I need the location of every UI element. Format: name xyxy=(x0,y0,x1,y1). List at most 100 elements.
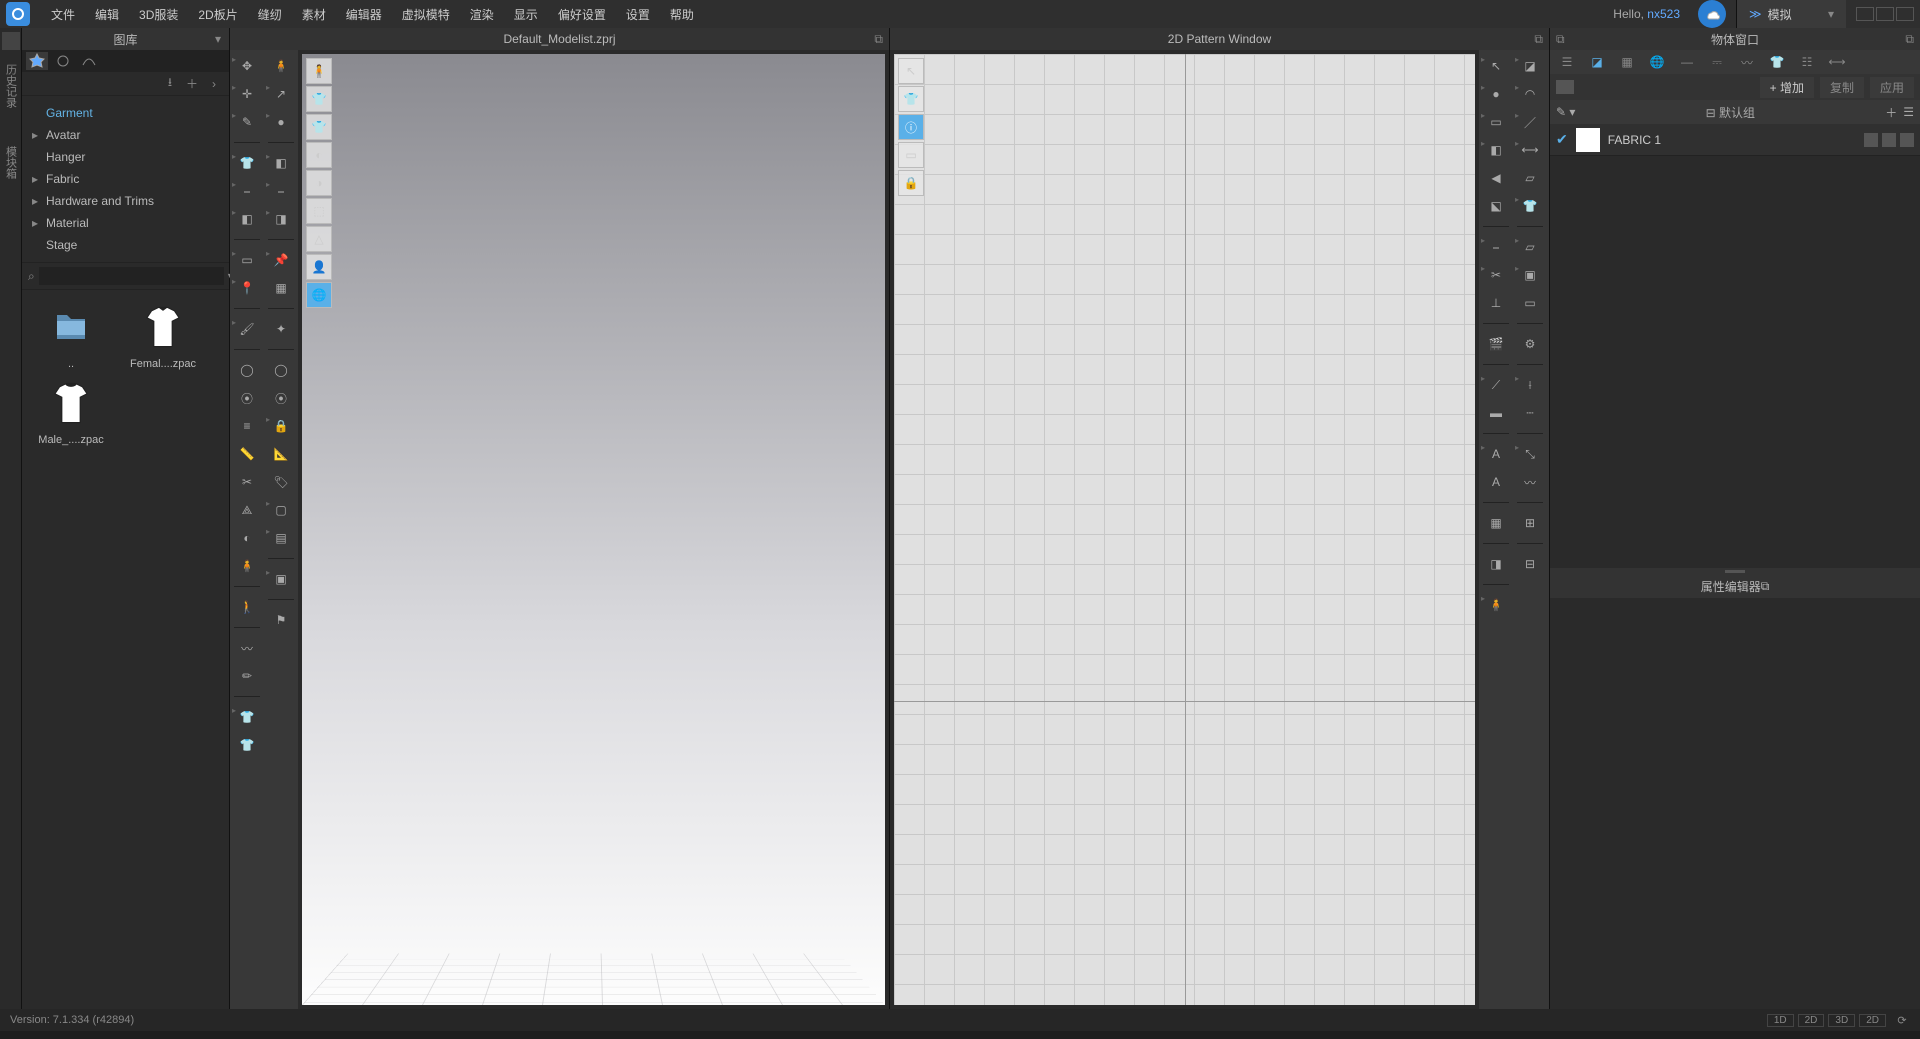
menu-3dgarment[interactable]: 3D服装 xyxy=(130,2,187,27)
tool-3d-walk-icon[interactable]: 🚶 xyxy=(234,595,260,619)
tool-3d-sew-icon[interactable]: ▸⎯ xyxy=(234,179,260,203)
window-minimize-button[interactable] xyxy=(1856,7,1874,21)
tool-3d-sewmachine-icon[interactable]: ▸◧ xyxy=(234,207,260,231)
tool2d-rect-icon[interactable]: ▸▭ xyxy=(1483,110,1509,134)
tool-3d-arrange-icon[interactable]: ▸◧ xyxy=(268,151,294,175)
tool-3d-run-icon[interactable]: 🧍 xyxy=(268,54,294,78)
tool-3d-texture-icon[interactable]: ▦ xyxy=(268,276,294,300)
tool2d-fold-icon[interactable]: ▱ xyxy=(1517,166,1543,190)
tool2d-figure-icon[interactable]: ▸🧍 xyxy=(1483,593,1509,617)
tool-3d-flag-icon[interactable]: ⚑ xyxy=(268,608,294,632)
tool-3d-tack-icon[interactable]: ▸📌 xyxy=(268,248,294,272)
library-search-input[interactable] xyxy=(39,267,224,285)
fabric-ic2-icon[interactable] xyxy=(1882,133,1896,147)
strip-popout-icon[interactable] xyxy=(2,32,20,50)
library-forward-icon[interactable]: › xyxy=(207,77,221,91)
tool-3d-point-icon[interactable]: ▸● xyxy=(268,110,294,134)
overlay2d-lock-icon[interactable]: 🔒 xyxy=(898,170,924,196)
objects-popout-left-icon[interactable]: ⧉ xyxy=(1556,32,1565,47)
obj-tab-stack-icon[interactable]: ☷ xyxy=(1796,53,1818,71)
menu-display[interactable]: 显示 xyxy=(505,2,547,27)
tool-3d-zipper-icon[interactable]: ≡ xyxy=(234,414,260,438)
group-pen-icon[interactable]: ✎ ▾ xyxy=(1556,105,1575,119)
tree-material[interactable]: ▸Material xyxy=(32,212,219,234)
tool-3d-brush-icon[interactable]: ▸🖌 xyxy=(234,317,260,341)
overlay-globe-icon[interactable]: 🌐 xyxy=(306,282,332,308)
props-popout-icon[interactable]: ⧉ xyxy=(1761,579,1770,594)
fabric-ic3-icon[interactable] xyxy=(1900,133,1914,147)
overlay-mesh-icon[interactable]: ⬚ xyxy=(306,198,332,224)
tool2d-iron-icon[interactable]: ⬕ xyxy=(1483,194,1509,218)
tool2d-marker-icon[interactable]: ▸▣ xyxy=(1517,263,1543,287)
tool2d-symm-icon[interactable]: ▸⟷ xyxy=(1517,138,1543,162)
menu-sewing[interactable]: 缝纫 xyxy=(249,2,291,27)
cloud-sync-icon[interactable] xyxy=(1698,0,1726,28)
tool-3d-garment3-icon[interactable]: 👕 xyxy=(234,733,260,757)
overlay-tshirt2-icon[interactable]: 👕 xyxy=(306,114,332,140)
obj-tab-tshirt-icon[interactable]: 👕 xyxy=(1766,53,1788,71)
menu-avatar[interactable]: 虚拟模特 xyxy=(393,2,459,27)
tool-3d-lock-icon[interactable]: ▸🔒 xyxy=(268,414,294,438)
menu-editor[interactable]: 编辑器 xyxy=(337,2,391,27)
tool2d-tile-icon[interactable]: ⊞ xyxy=(1517,511,1543,535)
menu-settings[interactable]: 设置 xyxy=(617,2,659,27)
tool2d-line-icon[interactable]: ▸／ xyxy=(1517,110,1543,134)
tool2d-text2-icon[interactable]: A xyxy=(1483,470,1509,494)
thumb-female-tshirt[interactable]: Femal....zpac xyxy=(120,300,206,370)
status-refresh-icon[interactable]: ⟳ xyxy=(1894,1012,1910,1028)
tool-3d-box-icon[interactable]: ▸▢ xyxy=(268,498,294,522)
tool2d-fold2-icon[interactable]: ▸▱ xyxy=(1517,235,1543,259)
obj-tab-line-icon[interactable]: — xyxy=(1676,53,1698,71)
tool2d-wave-icon[interactable]: 〰 xyxy=(1517,470,1543,494)
tool-3d-block-icon[interactable]: ▸▣ xyxy=(268,567,294,591)
status-mode-1d[interactable]: 1D xyxy=(1767,1014,1794,1027)
tool-3d-arrange-arrow-icon[interactable]: ▸↗ xyxy=(268,82,294,106)
overlay2d-panel-icon[interactable]: ▭ xyxy=(898,142,924,168)
viewport-2d-popout-icon[interactable]: ⧉ xyxy=(1534,32,1543,47)
tool2d-segment-icon[interactable]: ▸⟋ xyxy=(1483,373,1509,397)
simulation-mode-dropdown[interactable]: ≫ 模拟 ▾ xyxy=(1736,0,1846,28)
tool2d-measure-icon[interactable]: ▸⟊ xyxy=(1517,373,1543,397)
objects-folder-icon[interactable] xyxy=(1556,80,1574,94)
tool-3d-sewsegment-icon[interactable]: ▸⎯ xyxy=(268,179,294,203)
tool-3d-garment-icon[interactable]: ▸👕 xyxy=(234,151,260,175)
tool-3d-gizmo-icon[interactable]: ▸✛ xyxy=(234,82,260,106)
library-tab-threads[interactable] xyxy=(78,52,100,70)
overlay-shade-icon[interactable]: ◐ xyxy=(306,142,332,168)
tool-3d-hanger-icon[interactable]: ⟁ xyxy=(234,498,260,522)
obj-tab-globe-icon[interactable]: 🌐 xyxy=(1646,53,1668,71)
menu-file[interactable]: 文件 xyxy=(42,2,84,27)
tool-3d-edit-icon[interactable]: ▸✎ xyxy=(234,110,260,134)
window-maximize-button[interactable] xyxy=(1876,7,1894,21)
library-add-icon[interactable]: ＋ xyxy=(185,77,199,91)
menu-prefs[interactable]: 偏好设置 xyxy=(549,2,615,27)
status-mode-3d[interactable]: 3D xyxy=(1828,1014,1855,1027)
menu-edit[interactable]: 编辑 xyxy=(86,2,128,27)
tool-3d-layer-icon[interactable]: ▸▤ xyxy=(268,526,294,550)
tool2d-rect2-icon[interactable]: ▭ xyxy=(1517,291,1543,315)
obj-tab-fabric-icon[interactable]: ◪ xyxy=(1586,53,1608,71)
fabric-check-icon[interactable]: ✔ xyxy=(1556,131,1568,148)
tool2d-movie-icon[interactable]: 🎬 xyxy=(1483,332,1509,356)
status-mode-2d-b[interactable]: 2D xyxy=(1859,1014,1886,1027)
tool-3d-measure-icon[interactable]: 📏 xyxy=(234,442,260,466)
menu-assets[interactable]: 素材 xyxy=(293,2,335,27)
tool-3d-select-icon[interactable]: ▸✥ xyxy=(234,54,260,78)
tool2d-seam-icon[interactable]: ▸⎯ xyxy=(1483,235,1509,259)
tree-garment[interactable]: Garment xyxy=(32,102,219,124)
window-close-button[interactable] xyxy=(1896,7,1914,21)
tool-3d-puff-icon[interactable]: ◐ xyxy=(234,526,260,550)
tool2d-curve-icon[interactable]: ▸◠ xyxy=(1517,82,1543,106)
tool2d-select2-icon[interactable]: ▸◪ xyxy=(1517,54,1543,78)
tool-3d-sparkle-icon[interactable]: ✦ xyxy=(268,317,294,341)
panel-resize-handle[interactable] xyxy=(1550,568,1920,576)
tool2d-select-icon[interactable]: ▸↖ xyxy=(1483,54,1509,78)
tool2d-fabric-icon[interactable]: ◨ xyxy=(1483,552,1509,576)
library-download-icon[interactable]: ⭳ xyxy=(163,77,177,91)
overlay-head-icon[interactable]: 👤 xyxy=(306,254,332,280)
overlay-tshirt-icon[interactable]: 👕 xyxy=(306,86,332,112)
tool2d-align-icon[interactable]: ▸⤡ xyxy=(1517,442,1543,466)
tool-3d-attach-icon[interactable]: ▸◨ xyxy=(268,207,294,231)
library-tab-favorites[interactable] xyxy=(26,52,48,70)
tree-stage[interactable]: Stage xyxy=(32,234,219,256)
